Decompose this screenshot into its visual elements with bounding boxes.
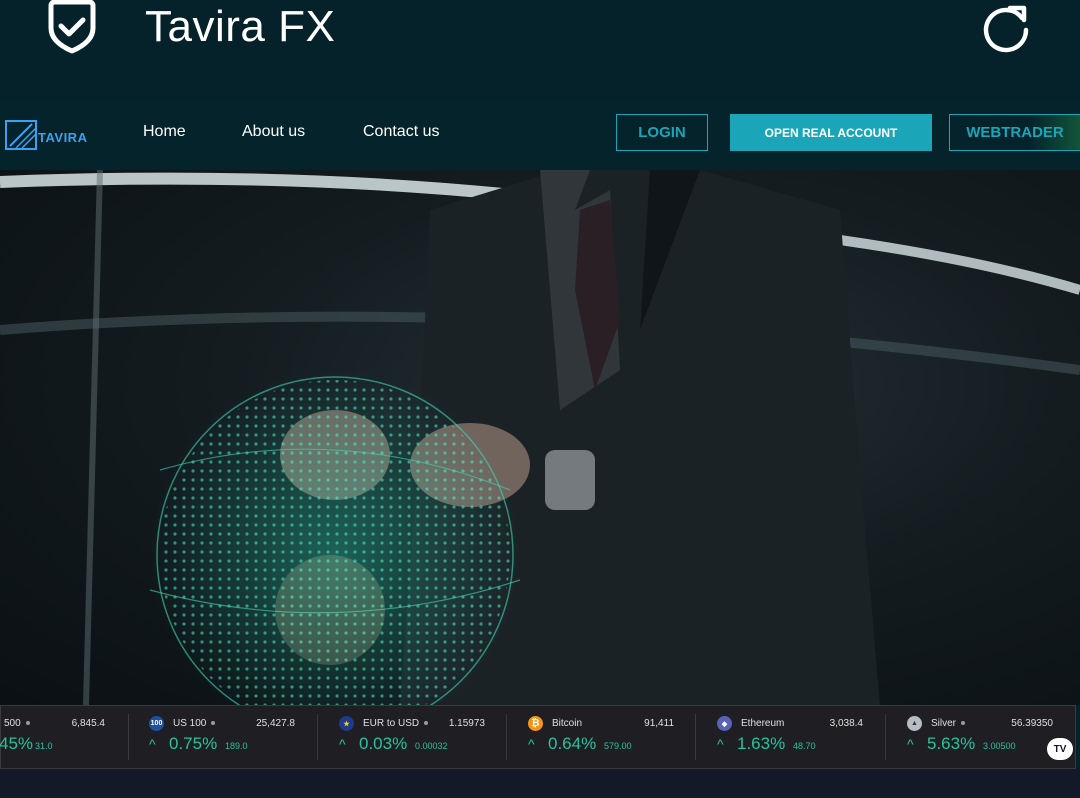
ethereum-icon: ◆ [717, 716, 732, 731]
ticker-change: 189.0 [225, 741, 248, 751]
nav-link-about[interactable]: About us [242, 123, 305, 141]
app-title: Tavira FX [145, 2, 336, 51]
up-arrow-icon: ^ [339, 736, 346, 752]
shield-check-icon[interactable] [45, 0, 99, 54]
ticker-change: 31.0 [35, 741, 53, 751]
nav-link-home[interactable]: Home [143, 123, 186, 141]
up-arrow-icon: ^ [907, 736, 914, 752]
ticker-percent: 1.63% [737, 734, 786, 753]
us100-icon: 100 [149, 716, 164, 731]
ticker-symbol-name: Ethereum [741, 718, 785, 729]
ticker-percent: 0.64% [548, 734, 597, 753]
site-navbar: TAVIRA Home About us Contact us LOGIN OP… [0, 100, 1080, 170]
ticker-symbol-name: EUR to USD [363, 718, 420, 729]
ticker-price: 3,038.4 [829, 718, 863, 729]
ticker-symbol-name: Silver [931, 718, 957, 729]
bitcoin-icon: ₿ [528, 716, 543, 731]
ticker-symbol-name: US 100 [173, 718, 207, 729]
ticker-item[interactable]: ◆ Ethereum 3,038.4 ^ 1.63% 48.70 [717, 706, 887, 768]
ticker-tape[interactable]: 500 6,845.4 45% 31.0 100 US 100 25,427.8… [0, 705, 1076, 769]
ticker-price: 25,427.8 [256, 718, 295, 729]
ticker-item[interactable]: ★ EUR to USD 1.15973 ^ 0.03% 0.00032 [339, 706, 509, 768]
silver-icon: ▲ [907, 716, 922, 731]
ticker-item[interactable]: ₿ Bitcoin 91,411 ^ 0.64% 579.00 [528, 706, 698, 768]
ticker-item[interactable]: ▲ Silver 56.39350 ^ 5.63% 3.00500 [907, 706, 1077, 768]
ticker-price: 91,411 [644, 718, 674, 729]
up-arrow-icon: ^ [717, 736, 724, 752]
tradingview-logo-icon[interactable]: TV [1047, 738, 1073, 760]
ticker-price: 56.39350 [1011, 718, 1053, 729]
ticker-item[interactable]: 100 US 100 25,427.8 ^ 0.75% 189.0 [149, 706, 319, 768]
ticker-percent: 45% [0, 734, 34, 753]
ticker-change: 3.00500 [983, 741, 1016, 751]
webtrader-button[interactable]: WEBTRADER [949, 114, 1080, 151]
page-bottom-strip [0, 769, 1080, 798]
ticker-percent: 0.03% [359, 734, 408, 753]
ticker-item[interactable]: 500 6,845.4 45% 31.0 [0, 706, 126, 768]
ticker-change: 48.70 [793, 741, 816, 751]
ticker-price: 1.15973 [448, 718, 485, 729]
ticker-percent: 5.63% [927, 734, 976, 753]
tavira-logo[interactable]: TAVIRA [0, 110, 90, 160]
up-arrow-icon: ^ [149, 736, 156, 752]
hero-image [0, 170, 1080, 705]
up-arrow-icon: ^ [528, 736, 535, 752]
eu-flag-icon: ★ [339, 716, 354, 731]
ticker-percent: 0.75% [169, 734, 218, 753]
hero-illustration [0, 170, 1080, 705]
open-real-account-button[interactable]: OPEN REAL ACCOUNT [730, 114, 932, 151]
app-bar: Tavira FX [0, 0, 1080, 100]
refresh-icon[interactable] [978, 0, 1034, 54]
ticker-change: 0.00032 [415, 741, 448, 751]
nav-link-contact[interactable]: Contact us [363, 123, 439, 141]
ticker-change: 579.00 [604, 741, 632, 751]
ticker-price: 6,845.4 [71, 718, 105, 729]
ticker-symbol-name: 500 [4, 718, 21, 729]
ticker-symbol-name: Bitcoin [552, 718, 583, 729]
logo-text: TAVIRA [38, 130, 88, 145]
login-button[interactable]: LOGIN [616, 114, 708, 151]
